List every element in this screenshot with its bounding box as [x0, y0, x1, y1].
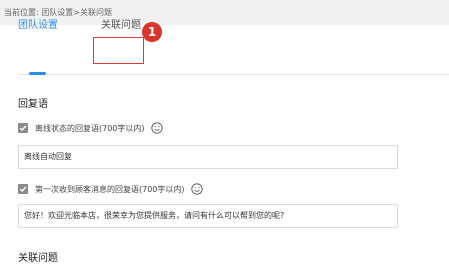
emoji-icon[interactable] [150, 122, 163, 134]
annotation-highlight-box [93, 37, 144, 64]
tab-divider [18, 74, 449, 75]
tab-team-settings[interactable]: 团队设置 [18, 19, 58, 33]
section-title-reply: 回复语 [18, 99, 48, 110]
emoji-icon[interactable] [190, 183, 203, 195]
section-title-related-questions: 关联问题 [18, 253, 58, 264]
offline-reply-label: 离线状态的回复语(700字以内) [35, 123, 145, 133]
offline-reply-input[interactable]: 离线自动回复 [18, 145, 398, 169]
first-message-reply-checkbox[interactable] [18, 184, 28, 194]
first-message-reply-input[interactable]: 您好！欢迎光临本店，很荣幸为您提供服务，请问有什么可以帮到您的呢? [18, 204, 398, 228]
breadcrumb: 当前位置: 团队设置>关联问题 [0, 0, 449, 25]
first-message-reply-option: 第一次收到顾客消息的回复语(700字以内) [18, 182, 203, 196]
tab-related-questions[interactable]: 关联问题 [101, 19, 141, 33]
active-tab-indicator [29, 72, 46, 75]
tab-bar [0, 25, 449, 77]
check-icon [19, 125, 27, 131]
first-message-reply-label: 第一次收到顾客消息的回复语(700字以内) [35, 184, 185, 194]
annotation-badge: 1 [142, 22, 162, 42]
offline-reply-option: 离线状态的回复语(700字以内) [18, 121, 163, 135]
offline-reply-checkbox[interactable] [18, 123, 28, 133]
check-icon [19, 186, 27, 192]
